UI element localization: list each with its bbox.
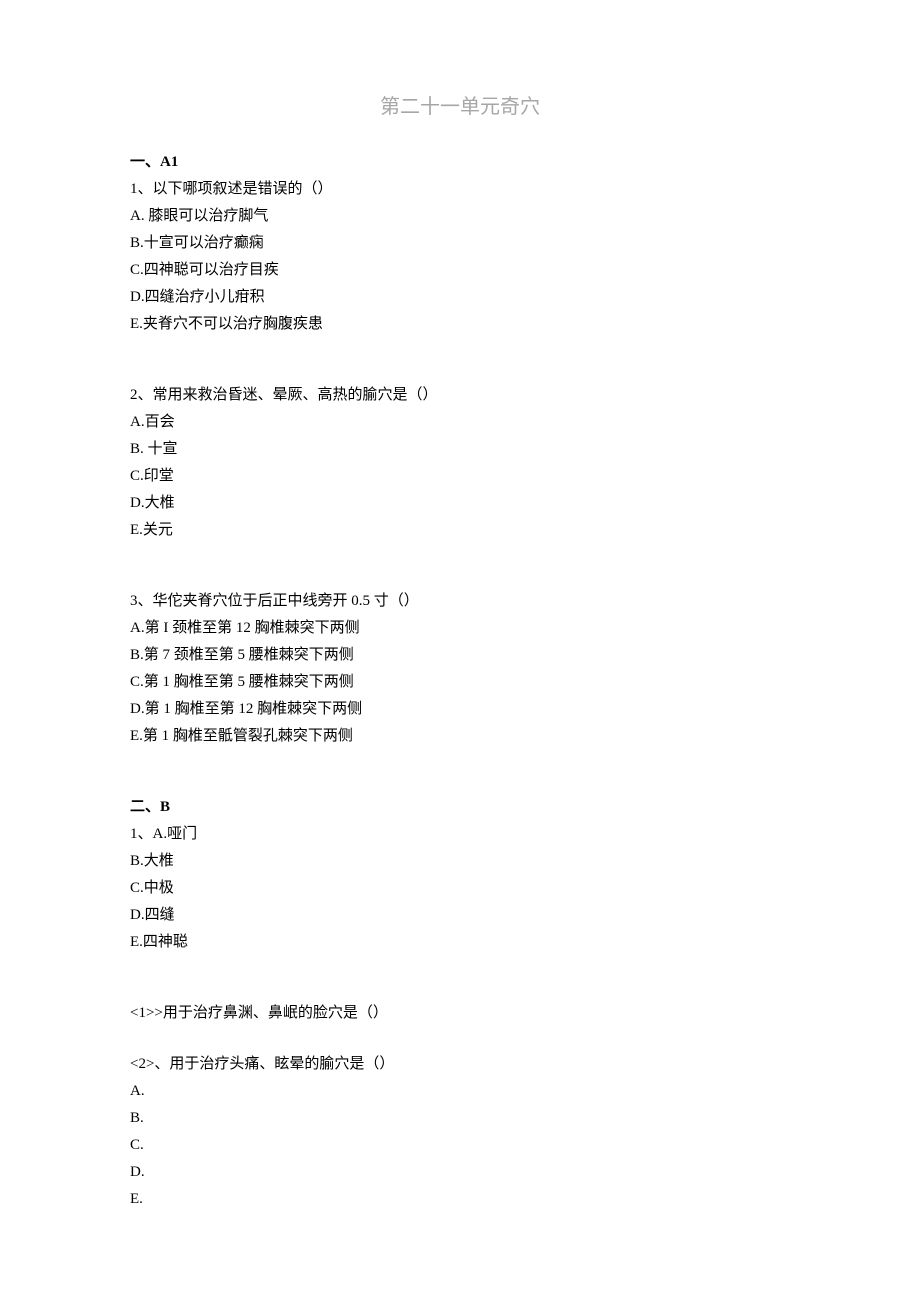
shared-option-b: B.大椎	[130, 848, 790, 875]
q1-option-d: D.四缝治疗小儿疳积	[130, 284, 790, 311]
shared-option-c: C.中极	[130, 875, 790, 902]
sub2-option-c: C.	[130, 1132, 790, 1159]
q3-option-c: C.第 1 胸椎至第 5 腰椎棘突下两侧	[130, 669, 790, 696]
sub2-option-b: B.	[130, 1105, 790, 1132]
q2-option-b: B. 十宣	[130, 436, 790, 463]
q3-option-e: E.第 1 胸椎至骶管裂孔棘突下两侧	[130, 723, 790, 750]
section-a1-heading: 一、A1	[130, 149, 790, 176]
shared-option-d: D.四缝	[130, 902, 790, 929]
sub2-option-a: A.	[130, 1078, 790, 1105]
sub2-option-e: E.	[130, 1186, 790, 1213]
page: 第二十一单元奇穴 一、A1 1、以下哪项叙述是错误的（） A. 膝眼可以治疗脚气…	[0, 0, 920, 1301]
sub2-stem: <2>、用于治疗头痛、眩晕的腧穴是（）	[130, 1051, 790, 1078]
q2-option-e: E.关元	[130, 517, 790, 544]
q1-option-b: B.十宣可以治疗癫痫	[130, 230, 790, 257]
q3-option-a: A.第 I 颈椎至第 12 胸椎棘突下两侧	[130, 615, 790, 642]
q1-option-c: C.四神聪可以治疗目疾	[130, 257, 790, 284]
shared-option-a: 1、A.哑门	[130, 821, 790, 848]
q2-option-a: A.百会	[130, 409, 790, 436]
q1-stem: 1、以下哪项叙述是错误的（）	[130, 176, 790, 203]
sub1-stem: <1>>用于治疗鼻渊、鼻岷的脸穴是（）	[130, 1000, 790, 1027]
sub2-option-d: D.	[130, 1159, 790, 1186]
q2-option-c: C.印堂	[130, 463, 790, 490]
q3-stem: 3、华佗夹脊穴位于后正中线旁开 0.5 寸（）	[130, 588, 790, 615]
page-title: 第二十一单元奇穴	[130, 90, 790, 119]
section-b-heading: 二、B	[130, 794, 790, 821]
q1-option-e: E.夹脊穴不可以治疗胸腹疾患	[130, 311, 790, 338]
q2-option-d: D.大椎	[130, 490, 790, 517]
shared-option-e: E.四神聪	[130, 929, 790, 956]
q3-option-b: B.第 7 颈椎至第 5 腰椎棘突下两侧	[130, 642, 790, 669]
q2-stem: 2、常用来救治昏迷、晕厥、高热的腧穴是（）	[130, 382, 790, 409]
q3-option-d: D.第 1 胸椎至第 12 胸椎棘突下两侧	[130, 696, 790, 723]
q1-option-a: A. 膝眼可以治疗脚气	[130, 203, 790, 230]
